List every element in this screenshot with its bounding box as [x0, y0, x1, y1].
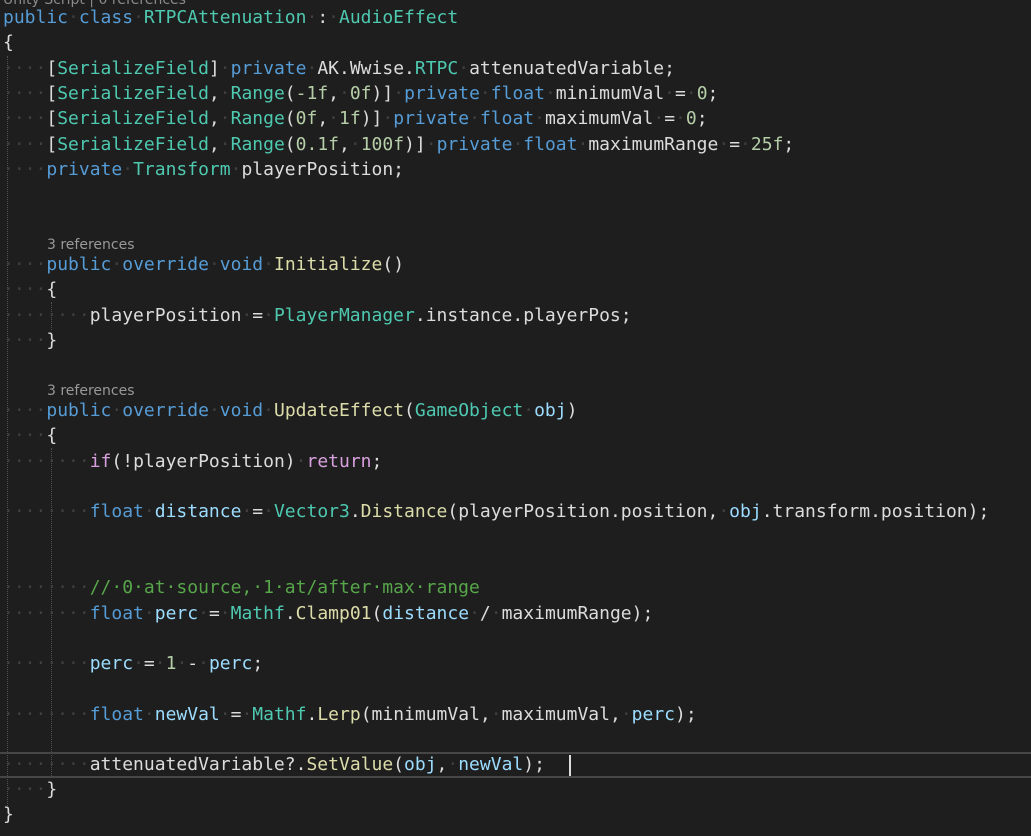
- code-line-brace[interactable]: }: [3, 802, 14, 827]
- code-line-statement[interactable]: ········if(!playerPosition)·return;: [3, 449, 382, 474]
- code-line-class-declaration[interactable]: public·class·RTPCAttenuation·:·AudioEffe…: [3, 5, 458, 30]
- code-line-statement[interactable]: ········perc·=·1·-·perc;: [3, 651, 263, 676]
- code-line-method-signature[interactable]: ····public·override·void·UpdateEffect(Ga…: [3, 398, 577, 423]
- code-line-statement[interactable]: ········attenuatedVariable?.SetValue(obj…: [3, 752, 545, 777]
- code-line-brace[interactable]: ····}: [3, 328, 57, 353]
- code-line-statement[interactable]: ········float·perc·=·Mathf.Clamp01(dista…: [3, 601, 653, 626]
- code-line-field[interactable]: ····[SerializeField,·Range(0f,·1f)]·priv…: [3, 106, 708, 131]
- code-line-brace[interactable]: ····{: [3, 423, 57, 448]
- code-line-brace[interactable]: ····{: [3, 277, 57, 302]
- text-caret: [569, 755, 571, 776]
- code-line-comment[interactable]: ········//·0·at·source,·1·at/after·max·r…: [3, 575, 480, 600]
- code-line-field[interactable]: ····[SerializeField,·Range(0.1f,·100f)]·…: [3, 132, 794, 157]
- code-line-statement[interactable]: ········playerPosition·=·PlayerManager.i…: [3, 303, 632, 328]
- code-line-field[interactable]: ····[SerializeField,·Range(-1f,·0f)]·pri…: [3, 81, 718, 106]
- code-line-field[interactable]: ····[SerializeField]·private·AK.Wwise.RT…: [3, 56, 675, 81]
- code-line-brace[interactable]: ····}: [3, 777, 57, 802]
- code-line-statement[interactable]: ········float·distance·=·Vector3.Distanc…: [3, 499, 989, 524]
- code-line-brace[interactable]: {: [3, 30, 14, 55]
- code-editor[interactable]: Unity Script | 0 references public·class…: [0, 0, 1031, 836]
- code-line-method-signature[interactable]: ····public·override·void·Initialize(): [3, 252, 404, 277]
- code-line-field[interactable]: ····private·Transform·playerPosition;: [3, 157, 404, 182]
- code-line-statement[interactable]: ········float·newVal·=·Mathf.Lerp(minimu…: [3, 702, 697, 727]
